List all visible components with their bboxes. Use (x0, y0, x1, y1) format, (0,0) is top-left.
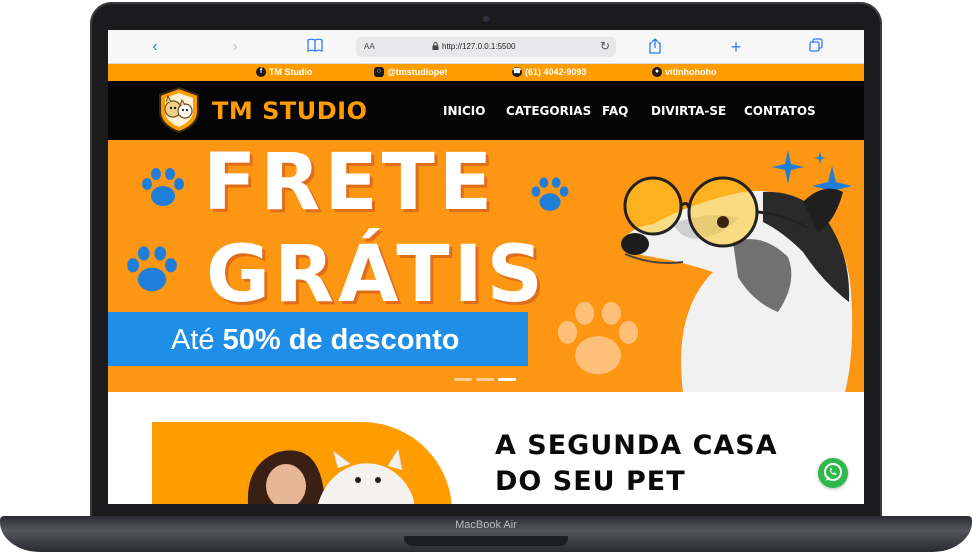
carousel-indicators (454, 378, 516, 381)
new-tab-button[interactable]: + (727, 38, 745, 56)
carousel-dot-1[interactable] (454, 378, 472, 381)
dog-cat-logo-icon[interactable] (158, 87, 200, 133)
discount-text: Até 50% de desconto (171, 324, 460, 356)
facebook-link[interactable]: f TM Studio (256, 67, 313, 77)
paw-icon (142, 168, 184, 206)
url-text: http://127.0.0.1:5500 (442, 42, 516, 51)
brand-name[interactable]: TM STUDIO (212, 97, 368, 125)
laptop-notch (404, 536, 568, 546)
whatsapp-link[interactable]: ☎ (61) 4042-9093 (512, 67, 587, 77)
device-label: MacBook Air (455, 519, 517, 531)
carousel-dot-2[interactable] (476, 378, 494, 381)
github-link[interactable]: ● vitinhohoho (652, 67, 717, 77)
tabs-icon (809, 38, 823, 52)
nav-link-inicio[interactable]: INICIO (443, 104, 485, 118)
book-icon (307, 38, 323, 53)
paw-icon (127, 246, 177, 292)
nav-link-categorias[interactable]: CATEGORIAS (506, 104, 591, 118)
about-section: A SEGUNDA CASA DO SEU PET (108, 392, 864, 504)
share-button[interactable] (646, 38, 664, 56)
nav-link-faq[interactable]: FAQ (602, 104, 628, 118)
forward-button[interactable]: › (226, 38, 244, 56)
whatsapp-float-button[interactable] (818, 458, 848, 488)
hero-title-line2: GRÁTIS (206, 230, 547, 320)
lock-icon (432, 42, 439, 50)
tabs-button[interactable] (807, 38, 825, 56)
dog-with-glasses-image (621, 176, 853, 392)
instagram-icon: ○ (374, 67, 384, 77)
bookmarks-button[interactable] (306, 38, 324, 56)
text-size-button[interactable]: AA (364, 42, 375, 51)
camera (483, 16, 489, 22)
contact-info-bar: f TM Studio ○ @tmstudiopet ☎ (61) 4042-9… (108, 64, 864, 81)
about-title: A SEGUNDA CASA DO SEU PET (495, 430, 778, 497)
back-button[interactable]: ‹ (146, 38, 164, 56)
whatsapp-icon: ☎ (512, 67, 522, 77)
github-icon: ● (652, 67, 662, 77)
woman-with-dog-image (247, 448, 414, 504)
hero-banner[interactable]: FRETE GRÁTIS Até 50% de desconto (108, 140, 864, 392)
facebook-icon: f (256, 67, 266, 77)
screen: ‹ › AA http://127.0.0.1:5500 ↻ + f TM St… (108, 30, 864, 504)
address-bar[interactable]: AA http://127.0.0.1:5500 ↻ (356, 37, 616, 57)
whatsapp-icon (824, 463, 842, 481)
carousel-dot-3[interactable] (498, 378, 516, 381)
hero-title-line1: FRETE (203, 140, 497, 228)
instagram-link[interactable]: ○ @tmstudiopet (374, 67, 447, 77)
nav-link-contatos[interactable]: CONTATOS (744, 104, 816, 118)
reload-icon[interactable]: ↻ (600, 39, 610, 53)
share-icon (649, 38, 661, 54)
nav-link-divirta-se[interactable]: DIVIRTA-SE (651, 104, 726, 118)
browser-toolbar: ‹ › AA http://127.0.0.1:5500 ↻ + (108, 30, 864, 64)
paw-icon (531, 177, 569, 211)
main-nav: TM STUDIO INICIO CATEGORIAS FAQ DIVIRTA-… (108, 81, 864, 140)
